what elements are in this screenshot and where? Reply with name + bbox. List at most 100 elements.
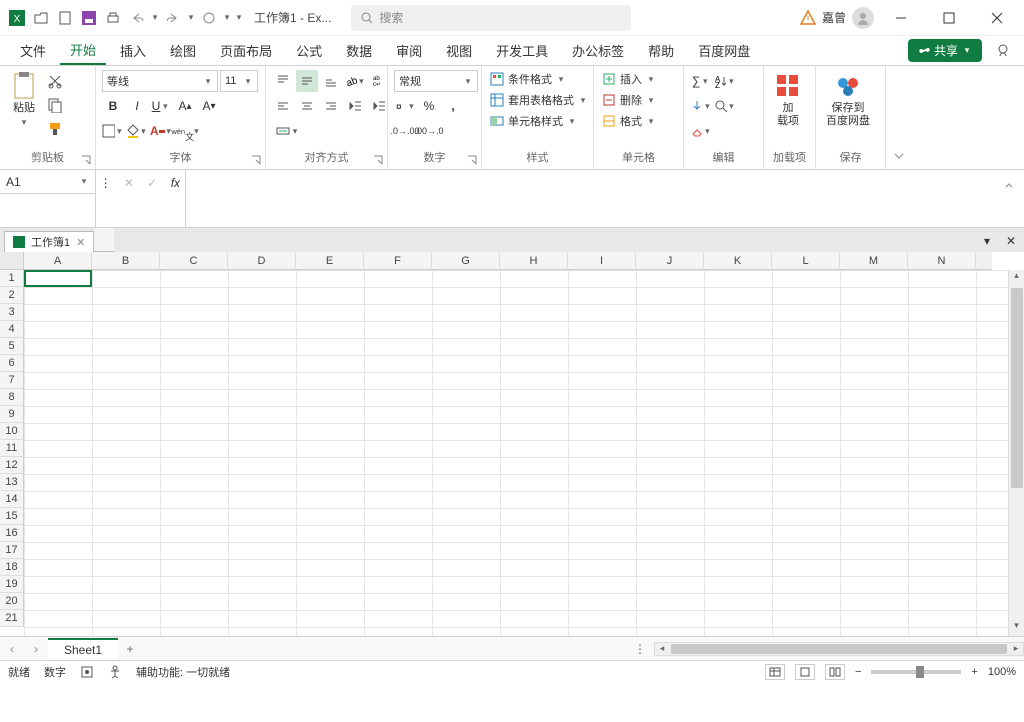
fx-icon[interactable]: fx — [166, 172, 185, 194]
save-icon[interactable] — [78, 7, 100, 29]
select-all-corner[interactable] — [0, 252, 24, 270]
print-icon[interactable] — [102, 7, 124, 29]
row-header[interactable]: 19 — [0, 576, 24, 593]
row-header[interactable]: 9 — [0, 406, 24, 423]
paste-button[interactable]: 粘贴 ▾ — [6, 70, 42, 130]
font-name-combo[interactable]: 等线▾ — [102, 70, 218, 92]
add-sheet-icon[interactable]: + — [118, 642, 142, 656]
column-header[interactable]: G — [432, 252, 500, 270]
row-header[interactable]: 10 — [0, 423, 24, 440]
column-header[interactable]: F — [364, 252, 432, 270]
column-header[interactable]: C — [160, 252, 228, 270]
cells-area[interactable] — [24, 270, 1008, 636]
align-top-icon[interactable] — [272, 70, 294, 92]
confirm-icon[interactable]: ✓ — [143, 172, 162, 194]
tab-page-layout[interactable]: 页面布局 — [210, 37, 282, 64]
underline-button[interactable]: U▾ — [150, 95, 172, 117]
merge-cells-icon[interactable]: ▾ — [272, 120, 304, 142]
workbook-tab[interactable]: 工作簿1 ✕ — [4, 231, 94, 252]
new-icon[interactable] — [54, 7, 76, 29]
scroll-right-icon[interactable]: ▸ — [1009, 643, 1023, 654]
cell-styles-button[interactable]: 单元格样式▾ — [488, 112, 579, 130]
dialog-launcher-icon[interactable] — [467, 155, 479, 167]
column-header[interactable]: D — [228, 252, 296, 270]
user-name[interactable]: 嘉曾 — [822, 9, 846, 26]
warning-icon[interactable] — [800, 10, 816, 26]
increase-font-icon[interactable]: A▴ — [174, 95, 196, 117]
row-header[interactable]: 6 — [0, 355, 24, 372]
horizontal-scrollbar[interactable]: ◂ ▸ — [654, 642, 1024, 656]
scroll-down-icon[interactable]: ▾ — [1009, 620, 1024, 636]
tab-insert[interactable]: 插入 — [110, 37, 156, 64]
tab-file[interactable]: 文件 — [10, 37, 56, 64]
dialog-launcher-icon[interactable] — [373, 155, 385, 167]
undo-icon[interactable] — [126, 7, 148, 29]
undo-dropdown[interactable]: ▾ — [150, 7, 160, 29]
align-left-icon[interactable] — [272, 95, 294, 117]
decrease-font-icon[interactable]: A▾ — [198, 95, 220, 117]
column-header[interactable]: B — [92, 252, 160, 270]
align-middle-icon[interactable] — [296, 70, 318, 92]
font-size-combo[interactable]: 11▾ — [220, 70, 258, 92]
currency-icon[interactable]: ¤▾ — [394, 95, 416, 117]
tab-view[interactable]: 视图 — [436, 37, 482, 64]
page-layout-view-icon[interactable] — [795, 664, 815, 680]
expand-formula-bar-icon[interactable] — [998, 174, 1020, 196]
zoom-level[interactable]: 100% — [988, 666, 1016, 678]
row-header[interactable]: 12 — [0, 457, 24, 474]
close-all-tabs-icon[interactable]: ✕ — [1000, 230, 1022, 252]
tab-data[interactable]: 数据 — [336, 37, 382, 64]
more-options-icon[interactable]: ⋮ — [96, 172, 115, 194]
row-header[interactable]: 3 — [0, 304, 24, 321]
column-header[interactable]: N — [908, 252, 976, 270]
row-header[interactable]: 2 — [0, 287, 24, 304]
tab-help[interactable]: 帮助 — [638, 37, 684, 64]
macro-record-icon[interactable] — [80, 665, 94, 679]
scroll-up-icon[interactable]: ▴ — [1009, 270, 1024, 286]
save-to-baidu-button[interactable]: 保存到 百度网盘 — [822, 70, 874, 130]
comma-icon[interactable]: , — [442, 95, 464, 117]
row-header[interactable]: 20 — [0, 593, 24, 610]
fill-icon[interactable]: ▾ — [690, 95, 712, 117]
sort-filter-icon[interactable]: AZ▾ — [714, 70, 736, 92]
tab-formulas[interactable]: 公式 — [286, 37, 332, 64]
normal-view-icon[interactable] — [765, 664, 785, 680]
number-format-combo[interactable]: 常规▾ — [394, 70, 478, 92]
copy-icon[interactable] — [44, 94, 66, 116]
tab-dropdown-icon[interactable]: ▾ — [976, 230, 998, 252]
cancel-icon[interactable]: ✕ — [119, 172, 138, 194]
delete-cells-button[interactable]: 删除▾ — [600, 91, 658, 109]
user-avatar-icon[interactable] — [852, 7, 874, 29]
bold-button[interactable]: B — [102, 95, 124, 117]
autosum-icon[interactable]: ∑▾ — [690, 70, 712, 92]
comments-icon[interactable] — [992, 40, 1014, 62]
close-tab-icon[interactable]: ✕ — [76, 236, 85, 249]
italic-button[interactable]: I — [126, 95, 148, 117]
align-right-icon[interactable] — [320, 95, 342, 117]
zoom-slider[interactable] — [871, 670, 961, 674]
zoom-out-icon[interactable]: − — [855, 666, 861, 678]
increase-indent-icon[interactable] — [368, 95, 390, 117]
decrease-decimal-icon[interactable]: .00→.0 — [418, 120, 440, 142]
row-header[interactable]: 11 — [0, 440, 24, 457]
search-box[interactable]: 搜索 — [351, 5, 631, 31]
minimize-button[interactable] — [880, 2, 922, 34]
row-header[interactable]: 21 — [0, 610, 24, 627]
format-as-table-button[interactable]: 套用表格格式▾ — [488, 91, 590, 109]
sheet-next-icon[interactable]: › — [24, 642, 48, 656]
column-header[interactable]: M — [840, 252, 908, 270]
orientation-icon[interactable]: ab▾ — [344, 70, 366, 92]
conditional-formatting-button[interactable]: 条件格式▾ — [488, 70, 568, 88]
scroll-thumb[interactable] — [1011, 288, 1023, 488]
tab-review[interactable]: 审阅 — [386, 37, 432, 64]
insert-cells-button[interactable]: 插入▾ — [600, 70, 658, 88]
increase-decimal-icon[interactable]: .0→.00 — [394, 120, 416, 142]
accessibility-icon[interactable] — [108, 665, 122, 679]
qat-customize[interactable]: ▾ — [234, 7, 244, 29]
row-header[interactable]: 4 — [0, 321, 24, 338]
row-header[interactable]: 15 — [0, 508, 24, 525]
row-header[interactable]: 13 — [0, 474, 24, 491]
zoom-in-icon[interactable]: + — [971, 666, 977, 678]
scroll-thumb[interactable] — [671, 644, 1007, 654]
column-header[interactable]: J — [636, 252, 704, 270]
